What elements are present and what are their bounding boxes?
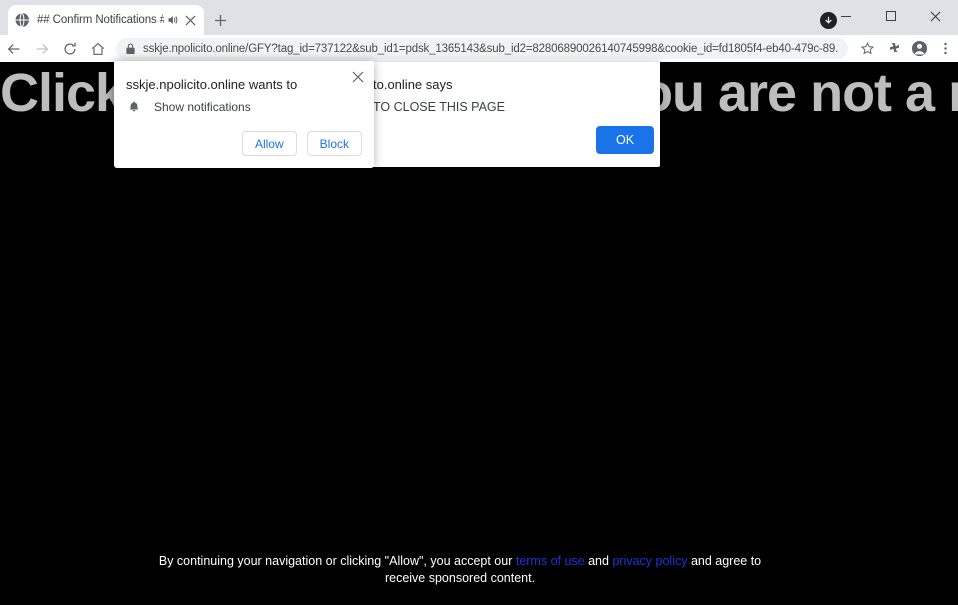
window-maximize-button[interactable]	[868, 0, 913, 32]
account-avatar-icon[interactable]	[906, 35, 932, 62]
allow-button[interactable]: Allow	[241, 131, 297, 156]
browser-toolbar: sskje.npolicito.online/GFY?tag_id=737122…	[0, 35, 958, 62]
alert-message: TO CLOSE THIS PAGE	[373, 100, 505, 114]
alert-ok-button[interactable]: OK	[596, 126, 654, 154]
globe-icon	[14, 12, 30, 28]
permission-actions: Allow Block	[241, 131, 362, 156]
browser-window: ## Confirm Notifications ## sskje.npolic…	[0, 0, 958, 605]
address-bar[interactable]: sskje.npolicito.online/GFY?tag_id=737122…	[116, 38, 848, 59]
window-controls	[823, 0, 958, 32]
new-tab-button[interactable]	[209, 9, 231, 31]
notification-permission-bubble: sskje.npolicito.online wants to Show not…	[114, 61, 374, 168]
alert-origin-label: to.online says	[373, 77, 453, 92]
tab-title: ## Confirm Notifications ##	[37, 14, 164, 26]
lock-icon[interactable]	[125, 43, 136, 55]
puzzle-piece-icon[interactable]	[880, 35, 906, 62]
permission-request-label: Show notifications	[154, 100, 251, 114]
reload-icon[interactable]	[56, 35, 84, 62]
privacy-policy-link[interactable]: privacy policy	[612, 554, 687, 568]
consent-text-middle: and	[584, 554, 613, 568]
close-icon[interactable]	[348, 67, 368, 87]
arrow-right-icon	[28, 35, 56, 62]
browser-tab[interactable]: ## Confirm Notifications ##	[8, 5, 204, 35]
bell-icon	[126, 99, 142, 115]
home-icon[interactable]	[84, 35, 112, 62]
speaker-playing-icon[interactable]	[164, 12, 180, 28]
consent-text-before: By continuing your navigation or clickin…	[158, 554, 516, 568]
consent-text: By continuing your navigation or clickin…	[140, 553, 780, 587]
window-close-button[interactable]	[913, 0, 958, 32]
star-icon[interactable]	[854, 35, 880, 62]
permission-title: sskje.npolicito.online wants to	[126, 77, 298, 92]
address-bar-url: sskje.npolicito.online/GFY?tag_id=737122…	[143, 42, 839, 55]
window-minimize-button[interactable]	[823, 0, 868, 32]
tab-strip: ## Confirm Notifications ##	[0, 0, 958, 35]
three-dot-menu-icon[interactable]	[932, 35, 958, 62]
tab-close-icon[interactable]	[182, 12, 198, 28]
consent-bar: By continuing your navigation or clickin…	[0, 545, 958, 605]
block-button[interactable]: Block	[306, 131, 362, 156]
arrow-left-icon[interactable]	[0, 35, 28, 62]
permission-request-row: Show notifications	[126, 99, 251, 115]
terms-of-use-link[interactable]: terms of use	[516, 554, 585, 568]
